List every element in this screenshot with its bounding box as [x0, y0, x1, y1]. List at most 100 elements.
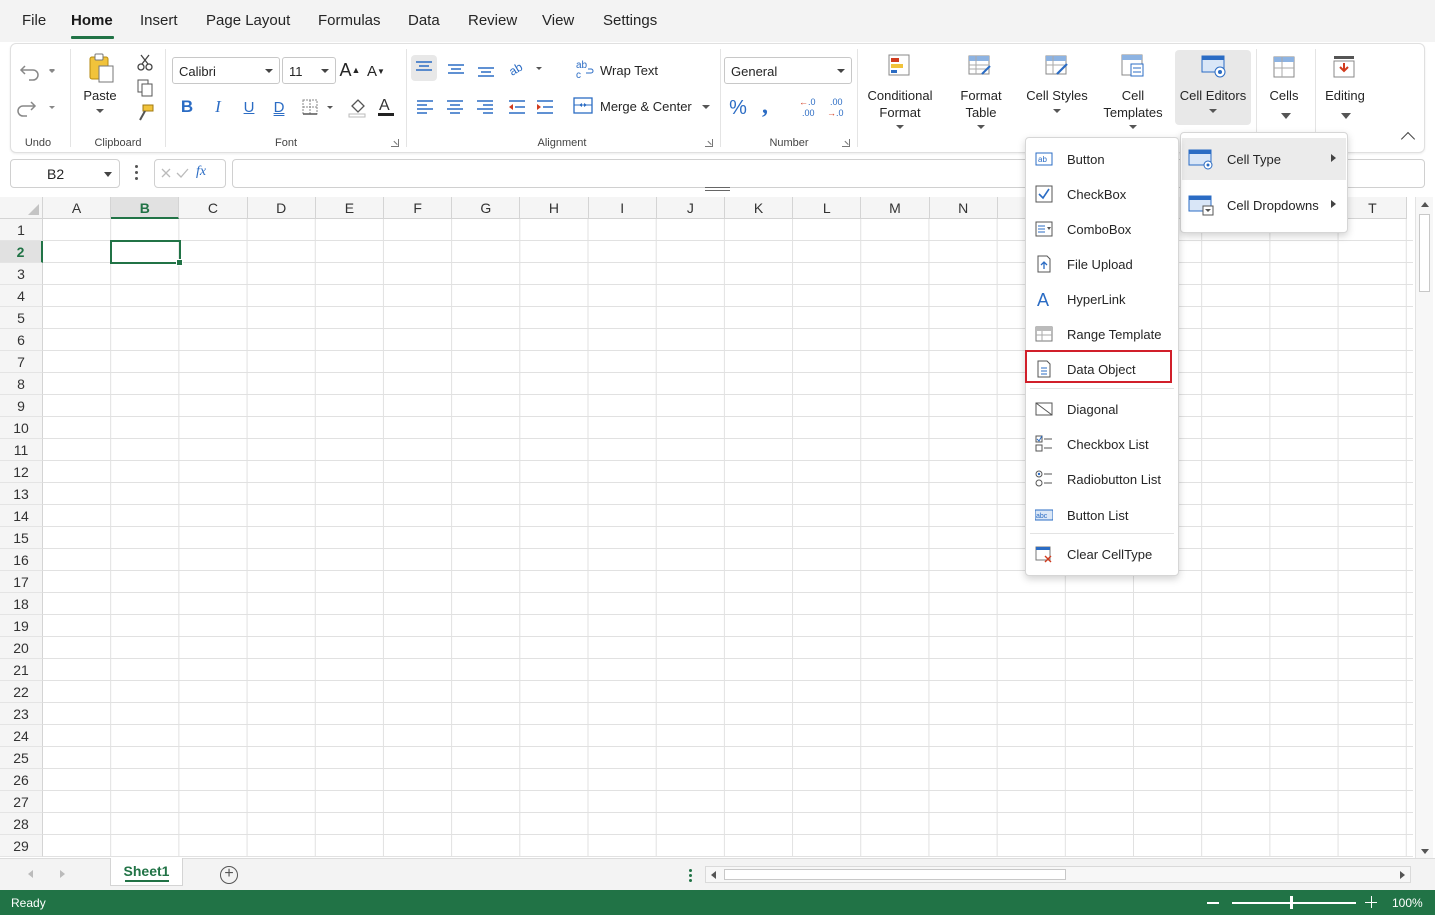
double-underline-icon[interactable]: D	[269, 96, 289, 118]
column-header-n[interactable]: N	[929, 197, 998, 219]
menu-item-range-template[interactable]: Range Template	[1026, 317, 1178, 350]
next-sheet-icon[interactable]	[60, 870, 65, 878]
format-table-label-1[interactable]: Format	[951, 87, 1011, 104]
menu-item-file-upload[interactable]: File Upload	[1026, 247, 1178, 280]
row-header-29[interactable]: 29	[0, 835, 43, 857]
fill-color-icon[interactable]	[347, 96, 367, 118]
conditional-format-icon[interactable]	[886, 52, 914, 80]
menu-item-clear-celltype[interactable]: Clear CellType	[1026, 537, 1178, 570]
column-header-b[interactable]: B	[111, 197, 180, 219]
decrease-font-icon[interactable]: A ▼	[366, 60, 386, 82]
cell-templates-icon[interactable]	[1119, 52, 1147, 80]
column-header-c[interactable]: C	[179, 197, 248, 219]
cell-grid[interactable]	[43, 219, 1413, 857]
sheet-tab[interactable]: Sheet1	[110, 858, 183, 886]
prev-sheet-icon[interactable]	[28, 870, 33, 878]
cut-icon[interactable]	[136, 54, 154, 72]
cell-styles-icon[interactable]	[1043, 52, 1071, 80]
zoom-out-icon[interactable]	[1207, 902, 1219, 904]
paste-caret[interactable]	[96, 109, 104, 113]
menu-page-layout[interactable]: Page Layout	[206, 12, 290, 29]
menu-item-checkbox-list[interactable]: Checkbox List	[1026, 427, 1178, 460]
number-dialog-launcher-icon[interactable]	[842, 139, 850, 147]
align-bottom-icon[interactable]	[473, 55, 499, 81]
menu-review[interactable]: Review	[468, 12, 517, 29]
font-family-select[interactable]: Calibri	[172, 57, 280, 84]
percent-icon[interactable]: %	[727, 96, 749, 120]
column-header-h[interactable]: H	[520, 197, 589, 219]
row-header-15[interactable]: 15	[0, 527, 43, 549]
name-box[interactable]: B2	[10, 159, 120, 188]
row-header-12[interactable]: 12	[0, 461, 43, 483]
cell-styles-caret[interactable]	[1053, 109, 1061, 113]
increase-decimal-icon[interactable]: ← .0.00	[799, 96, 823, 118]
menu-item-hyperlink[interactable]: A HyperLink	[1026, 282, 1178, 315]
row-header-21[interactable]: 21	[0, 659, 43, 681]
wrap-text-button[interactable]: Wrap Text	[600, 62, 658, 78]
more-vertical-icon[interactable]	[135, 165, 139, 183]
collapse-ribbon-icon[interactable]	[1400, 131, 1416, 147]
row-header-6[interactable]: 6	[0, 329, 43, 351]
underline-icon[interactable]: U	[239, 96, 259, 118]
column-header-i[interactable]: I	[588, 197, 657, 219]
copy-icon[interactable]	[136, 79, 154, 97]
menu-item-checkbox[interactable]: CheckBox	[1026, 177, 1178, 210]
insert-function-icon[interactable]: fx	[196, 164, 206, 180]
format-table-label-2[interactable]: Table	[951, 104, 1011, 121]
align-center-icon[interactable]	[443, 94, 469, 120]
row-header-20[interactable]: 20	[0, 637, 43, 659]
merge-center-caret[interactable]	[702, 105, 710, 109]
row-header-17[interactable]: 17	[0, 571, 43, 593]
cells-icon[interactable]	[1271, 54, 1297, 80]
merge-center-button[interactable]: Merge & Center	[600, 98, 692, 114]
column-header-k[interactable]: K	[725, 197, 794, 219]
format-table-icon[interactable]	[966, 52, 994, 80]
menu-data[interactable]: Data	[408, 12, 440, 29]
borders-icon[interactable]	[301, 98, 341, 116]
row-header-5[interactable]: 5	[0, 307, 43, 329]
row-header-19[interactable]: 19	[0, 615, 43, 637]
zoom-slider-thumb[interactable]	[1290, 896, 1293, 909]
row-header-28[interactable]: 28	[0, 813, 43, 835]
horizontal-scrollbar[interactable]	[705, 866, 1411, 883]
increase-font-icon[interactable]: A ▲	[340, 58, 361, 82]
alignment-dialog-launcher-icon[interactable]	[705, 139, 713, 147]
align-left-icon[interactable]	[413, 94, 439, 120]
decrease-decimal-icon[interactable]: .00 → .0	[827, 96, 851, 118]
column-header-f[interactable]: F	[384, 197, 453, 219]
italic-icon[interactable]: I	[208, 96, 228, 118]
menu-item-cell-dropdowns[interactable]: Cell Dropdowns	[1182, 184, 1346, 226]
confirm-icon[interactable]	[176, 167, 189, 179]
zoom-in-icon[interactable]	[1365, 896, 1377, 908]
cell-styles-button[interactable]: Cell Styles	[1021, 87, 1093, 104]
row-header-8[interactable]: 8	[0, 373, 43, 395]
format-table-caret[interactable]	[977, 125, 985, 129]
align-top-icon[interactable]	[411, 55, 437, 81]
row-header-22[interactable]: 22	[0, 681, 43, 703]
decrease-indent-icon[interactable]	[505, 94, 531, 120]
horizontal-scroll-thumb[interactable]	[724, 869, 1066, 880]
scroll-left-icon[interactable]	[711, 871, 716, 879]
number-format-select[interactable]: General	[724, 57, 852, 84]
editing-icon[interactable]	[1331, 54, 1357, 80]
format-painter-icon[interactable]	[136, 104, 154, 122]
menu-item-diagonal[interactable]: Diagonal	[1026, 392, 1178, 425]
resize-grip-icon[interactable]	[705, 187, 730, 191]
row-header-13[interactable]: 13	[0, 483, 43, 505]
increase-indent-icon[interactable]	[533, 94, 559, 120]
row-header-18[interactable]: 18	[0, 593, 43, 615]
menu-item-button-list[interactable]: abc Button List	[1026, 498, 1178, 531]
paste-button[interactable]: Paste	[83, 87, 117, 104]
row-header-2[interactable]: 2	[0, 241, 43, 263]
paste-icon[interactable]	[85, 52, 115, 84]
column-header-d[interactable]: D	[247, 197, 316, 219]
column-header-l[interactable]: L	[793, 197, 862, 219]
column-header-g[interactable]: G	[452, 197, 521, 219]
zoom-level[interactable]: 100%	[1392, 896, 1423, 910]
row-header-27[interactable]: 27	[0, 791, 43, 813]
font-color-icon[interactable]: A	[376, 94, 396, 118]
orientation-icon[interactable]: ab	[506, 57, 546, 79]
menu-formulas[interactable]: Formulas	[318, 12, 381, 29]
conditional-format-label-2[interactable]: Format	[865, 104, 935, 121]
row-header-1[interactable]: 1	[0, 219, 43, 241]
